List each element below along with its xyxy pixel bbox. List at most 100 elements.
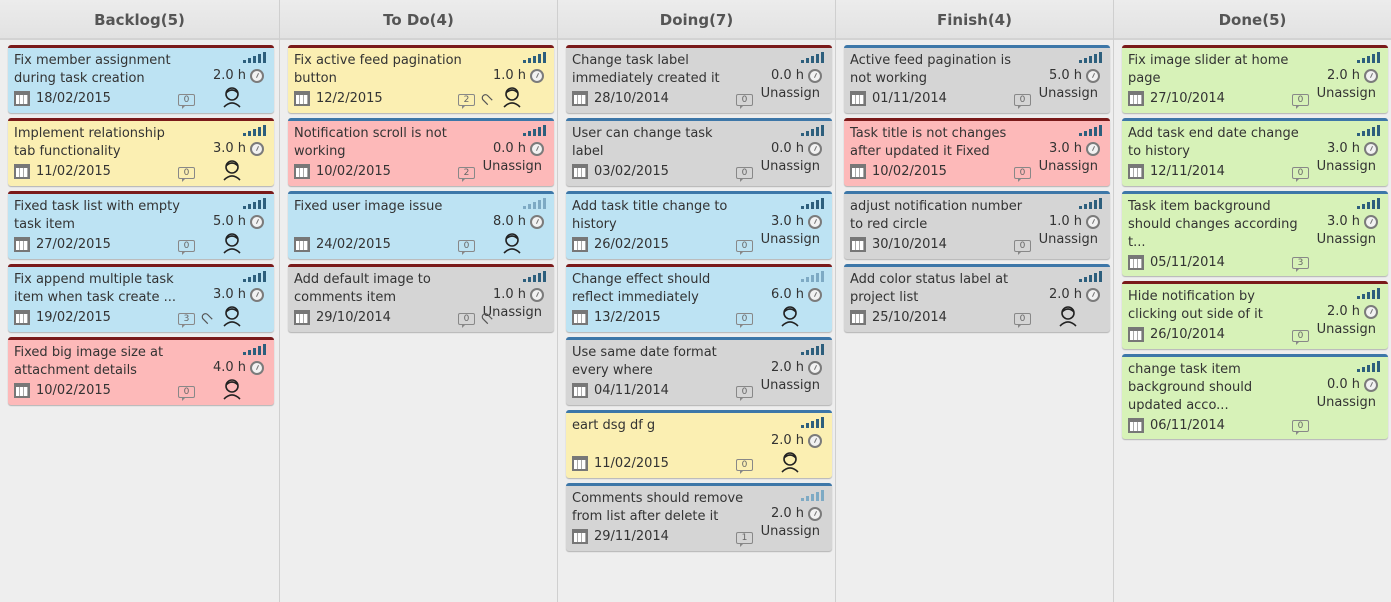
comment-count-icon[interactable]: 0 xyxy=(736,94,753,109)
task-title[interactable]: Fixed user image issue xyxy=(294,198,469,234)
task-title[interactable]: Fixed task list with empty task item xyxy=(14,198,189,234)
comment-count-icon[interactable]: 2 xyxy=(458,167,475,182)
assignee-label[interactable]: Unassign xyxy=(761,159,820,174)
comment-count-icon[interactable]: 0 xyxy=(736,167,753,182)
task-card[interactable]: eart dsg df g 2.0 h 11/02/2015 0 xyxy=(566,410,832,478)
assignee-label[interactable]: Unassign xyxy=(761,232,820,247)
task-title[interactable]: Fix image slider at home page xyxy=(1128,52,1303,88)
task-card[interactable]: Task item background should changes acco… xyxy=(1122,191,1388,276)
assignee-avatar-icon[interactable] xyxy=(502,232,522,254)
column-header[interactable]: Backlog(5) xyxy=(0,0,279,40)
task-title[interactable]: Add task end date change to history xyxy=(1128,125,1303,161)
comment-count-icon[interactable]: 2 xyxy=(458,94,475,109)
assignee-label[interactable]: Unassign xyxy=(1317,232,1376,247)
task-card[interactable]: Active feed pagination is not working 5.… xyxy=(844,45,1110,113)
task-title[interactable]: Task item background should changes acco… xyxy=(1128,198,1303,252)
assignee-label[interactable]: Unassign xyxy=(1317,159,1376,174)
comment-count-icon[interactable]: 0 xyxy=(1292,94,1309,109)
task-card[interactable]: change task item background should updat… xyxy=(1122,354,1388,439)
task-title[interactable]: Use same date format every where xyxy=(572,344,747,380)
task-card[interactable]: Implement relationship tab functionality… xyxy=(8,118,274,186)
task-title[interactable]: eart dsg df g xyxy=(572,417,747,453)
task-title[interactable]: Change task label immediately created it xyxy=(572,52,747,88)
assignee-avatar-icon[interactable] xyxy=(222,159,242,181)
task-title[interactable]: Active feed pagination is not working xyxy=(850,52,1025,88)
comment-count-icon[interactable]: 0 xyxy=(178,386,195,401)
task-title[interactable]: Comments should remove from list after d… xyxy=(572,490,747,526)
task-title[interactable]: change task item background should updat… xyxy=(1128,361,1303,415)
task-card[interactable]: Add default image to comments item 1.0 h… xyxy=(288,264,554,332)
comment-count-icon[interactable]: 0 xyxy=(1292,330,1309,345)
task-title[interactable]: Add task title change to history xyxy=(572,198,747,234)
task-title[interactable]: Fix active feed pagination button xyxy=(294,52,469,88)
task-card[interactable]: Change effect should reflect immediately… xyxy=(566,264,832,332)
assignee-avatar-icon[interactable] xyxy=(502,86,522,108)
assignee-label[interactable]: Unassign xyxy=(1317,395,1376,410)
task-card[interactable]: Hide notification by clicking out side o… xyxy=(1122,281,1388,349)
assignee-label[interactable]: Unassign xyxy=(1039,86,1098,101)
task-card[interactable]: adjust notification number to red circle… xyxy=(844,191,1110,259)
task-title[interactable]: Implement relationship tab functionality xyxy=(14,125,189,161)
assignee-avatar-icon[interactable] xyxy=(222,86,242,108)
task-title[interactable]: Fix member assignment during task creati… xyxy=(14,52,189,88)
comment-count-icon[interactable]: 0 xyxy=(1292,167,1309,182)
assignee-avatar-icon[interactable] xyxy=(780,305,800,327)
assignee-avatar-icon[interactable] xyxy=(1058,305,1078,327)
task-title[interactable]: Fix append multiple task item when task … xyxy=(14,271,189,307)
task-title[interactable]: User can change task label xyxy=(572,125,747,161)
task-card[interactable]: Add color status label at project list 2… xyxy=(844,264,1110,332)
assignee-label[interactable]: Unassign xyxy=(761,86,820,101)
column-header[interactable]: Finish(4) xyxy=(836,0,1113,40)
task-card[interactable]: Task title is not changes after updated … xyxy=(844,118,1110,186)
column-header[interactable]: To Do(4) xyxy=(280,0,557,40)
task-card[interactable]: Notification scroll is not working 0.0 h… xyxy=(288,118,554,186)
task-title[interactable]: Notification scroll is not working xyxy=(294,125,469,161)
assignee-avatar-icon[interactable] xyxy=(780,451,800,473)
task-card[interactable]: Fix member assignment during task creati… xyxy=(8,45,274,113)
comment-count-icon[interactable]: 0 xyxy=(1014,167,1031,182)
task-title[interactable]: Hide notification by clicking out side o… xyxy=(1128,288,1303,324)
assignee-avatar-icon[interactable] xyxy=(222,232,242,254)
task-card[interactable]: Comments should remove from list after d… xyxy=(566,483,832,551)
task-title[interactable]: Task title is not changes after updated … xyxy=(850,125,1025,161)
comment-count-icon[interactable]: 3 xyxy=(178,313,195,328)
task-card[interactable]: Fixed big image size at attachment detai… xyxy=(8,337,274,405)
comment-count-icon[interactable]: 0 xyxy=(736,459,753,474)
comment-count-icon[interactable]: 1 xyxy=(736,532,753,547)
task-card[interactable]: Fix active feed pagination button 1.0 h … xyxy=(288,45,554,113)
task-title[interactable]: Add color status label at project list xyxy=(850,271,1025,307)
task-title[interactable]: Add default image to comments item xyxy=(294,271,469,307)
assignee-label[interactable]: Unassign xyxy=(1317,86,1376,101)
comment-count-icon[interactable]: 0 xyxy=(178,167,195,182)
task-card[interactable]: Fixed user image issue 8.0 h 24/02/2015 … xyxy=(288,191,554,259)
task-card[interactable]: Add task end date change to history 3.0 … xyxy=(1122,118,1388,186)
comment-count-icon[interactable]: 0 xyxy=(736,240,753,255)
assignee-label[interactable]: Unassign xyxy=(761,378,820,393)
comment-count-icon[interactable]: 0 xyxy=(736,386,753,401)
comment-count-icon[interactable]: 0 xyxy=(178,240,195,255)
task-card[interactable]: User can change task label 0.0 h 03/02/2… xyxy=(566,118,832,186)
assignee-label[interactable]: Unassign xyxy=(1039,159,1098,174)
task-card[interactable]: Use same date format every where 2.0 h 0… xyxy=(566,337,832,405)
task-card[interactable]: Fix image slider at home page 2.0 h 27/1… xyxy=(1122,45,1388,113)
comment-count-icon[interactable]: 0 xyxy=(1292,420,1309,435)
comment-count-icon[interactable]: 3 xyxy=(1292,257,1309,272)
comment-count-icon[interactable]: 0 xyxy=(1014,94,1031,109)
assignee-avatar-icon[interactable] xyxy=(222,378,242,400)
comment-count-icon[interactable]: 0 xyxy=(458,240,475,255)
task-card[interactable]: Add task title change to history 3.0 h 2… xyxy=(566,191,832,259)
task-title[interactable]: Fixed big image size at attachment detai… xyxy=(14,344,189,380)
comment-count-icon[interactable]: 0 xyxy=(458,313,475,328)
assignee-avatar-icon[interactable] xyxy=(222,305,242,327)
column-header[interactable]: Done(5) xyxy=(1114,0,1391,40)
comment-count-icon[interactable]: 0 xyxy=(178,94,195,109)
assignee-label[interactable]: Unassign xyxy=(761,524,820,539)
task-card[interactable]: Change task label immediately created it… xyxy=(566,45,832,113)
comment-count-icon[interactable]: 0 xyxy=(736,313,753,328)
assignee-label[interactable]: Unassign xyxy=(1317,322,1376,337)
task-title[interactable]: Change effect should reflect immediately xyxy=(572,271,747,307)
assignee-label[interactable]: Unassign xyxy=(1039,232,1098,247)
comment-count-icon[interactable]: 0 xyxy=(1014,313,1031,328)
task-title[interactable]: adjust notification number to red circle xyxy=(850,198,1025,234)
column-header[interactable]: Doing(7) xyxy=(558,0,835,40)
